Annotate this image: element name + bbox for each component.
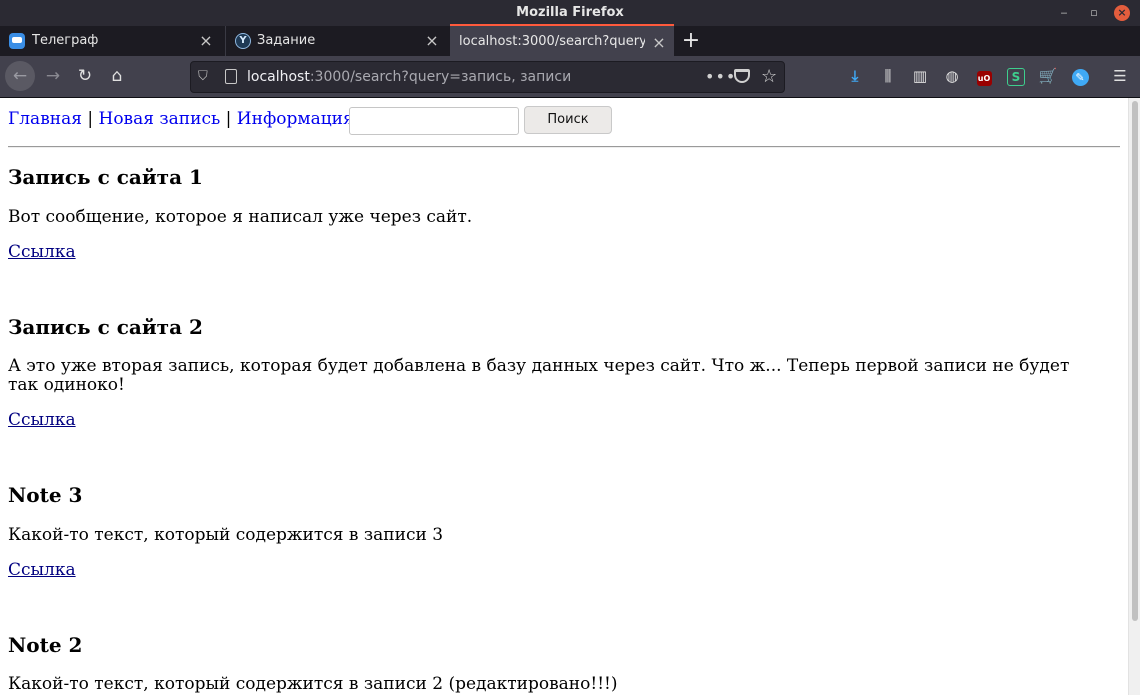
note-text: Вот сообщение, которое я написал уже чер…	[8, 207, 473, 227]
note-item: Note 3 Какой-то текст, который содержитс…	[8, 482, 1108, 580]
library-icon[interactable]: ⫼	[876, 64, 900, 88]
hamburger-menu-icon[interactable]: ☰	[1108, 64, 1132, 88]
new-tab-icon[interactable]: +	[680, 28, 702, 54]
close-window-icon[interactable]: ×	[1114, 5, 1130, 21]
tab-telegraph[interactable]: Телеграф ×	[0, 26, 224, 56]
s-extension-icon[interactable]: S	[1004, 64, 1028, 88]
page-info-icon[interactable]	[225, 69, 237, 84]
address-text[interactable]: localhost:3000/search?query=запись, запи…	[247, 62, 571, 92]
forward-arrow-icon[interactable]: →	[39, 62, 67, 90]
close-tab-icon[interactable]: ×	[650, 34, 668, 52]
tab-label: localhost:3000/search?query=запись, запи…	[459, 34, 645, 49]
divider	[8, 146, 1120, 148]
note-text: Какой-то текст, который содержится в зап…	[8, 674, 618, 694]
note-item: Запись с сайта 2 А это уже вторая запись…	[8, 314, 1108, 430]
home-icon[interactable]: ⌂	[103, 62, 131, 90]
tab-task[interactable]: Y Задание ×	[225, 26, 450, 56]
nav-separator: |	[225, 109, 232, 129]
nav-info-link[interactable]: Информация	[237, 109, 354, 129]
sidebar-icon[interactable]: ▥	[908, 64, 932, 88]
back-arrow-icon[interactable]: ←	[5, 61, 35, 91]
scrollbar-thumb[interactable]	[1132, 101, 1138, 621]
tab-strip: Телеграф × Y Задание × localhost:3000/se…	[0, 24, 1140, 58]
task-favicon-icon: Y	[235, 33, 251, 49]
url-host: localhost	[247, 69, 310, 85]
nav-new-note-link[interactable]: Новая запись	[99, 109, 221, 129]
close-tab-icon[interactable]: ×	[423, 32, 441, 50]
minimize-icon[interactable]: ‒	[1056, 5, 1072, 21]
close-tab-icon[interactable]: ×	[197, 32, 215, 50]
note-item: Запись с сайта 1 Вот сообщение, которое …	[8, 164, 1108, 262]
window-title: Mozilla Firefox	[516, 5, 624, 20]
ublock-icon[interactable]: uO	[972, 64, 996, 88]
address-bar[interactable]: ⛉ localhost:3000/search?query=запись, за…	[190, 61, 785, 93]
pocket-icon[interactable]	[734, 69, 750, 83]
site-nav: Главная | Новая запись | Информация |	[8, 105, 365, 137]
search-input[interactable]	[349, 107, 519, 135]
downloads-icon[interactable]: ⤓	[843, 64, 867, 88]
telegraph-favicon-icon	[9, 33, 25, 49]
note-link[interactable]: Ссылка	[8, 410, 76, 430]
tracking-shield-icon[interactable]: ⛉	[198, 69, 212, 85]
note-link[interactable]: Ссылка	[8, 560, 76, 580]
reload-icon[interactable]: ↻	[71, 62, 99, 90]
cart-icon[interactable]: 🛒	[1036, 64, 1060, 88]
page-actions-icon[interactable]: •••	[705, 62, 736, 92]
tab-search-active[interactable]: localhost:3000/search?query=запись, запи…	[450, 24, 674, 58]
tab-label: Задание	[257, 33, 316, 48]
nav-home-link[interactable]: Главная	[8, 109, 82, 129]
search-button[interactable]: Поиск	[524, 106, 612, 134]
page-viewport: Главная | Новая запись | Информация | По…	[0, 98, 1128, 695]
note-text: Какой-то текст, который содержится в зап…	[8, 525, 444, 545]
note-title: Note 3	[8, 483, 83, 507]
nav-separator: |	[87, 109, 94, 129]
note-link[interactable]: Ссылка	[8, 242, 76, 262]
navigation-toolbar: ← → ↻ ⌂ ⛉ localhost:3000/search?query=за…	[0, 56, 1140, 98]
note-title: Запись с сайта 2	[8, 315, 203, 339]
note-text: А это уже вторая запись, которая будет д…	[8, 356, 1070, 395]
vertical-scrollbar[interactable]	[1128, 98, 1140, 695]
globe-icon[interactable]: ◍	[940, 64, 964, 88]
tab-label: Телеграф	[32, 33, 99, 48]
restore-icon[interactable]: ▫	[1086, 5, 1102, 21]
extension-icon[interactable]: ✎	[1068, 64, 1092, 88]
note-title: Запись с сайта 1	[8, 165, 203, 189]
bookmark-star-icon[interactable]: ☆	[761, 62, 777, 92]
note-item: Note 2 Какой-то текст, который содержитс…	[8, 632, 1108, 694]
note-title: Note 2	[8, 633, 83, 657]
window-titlebar: Mozilla Firefox ‒ ▫ ×	[0, 0, 1140, 26]
url-path: :3000/search?query=запись, записи	[309, 69, 572, 85]
